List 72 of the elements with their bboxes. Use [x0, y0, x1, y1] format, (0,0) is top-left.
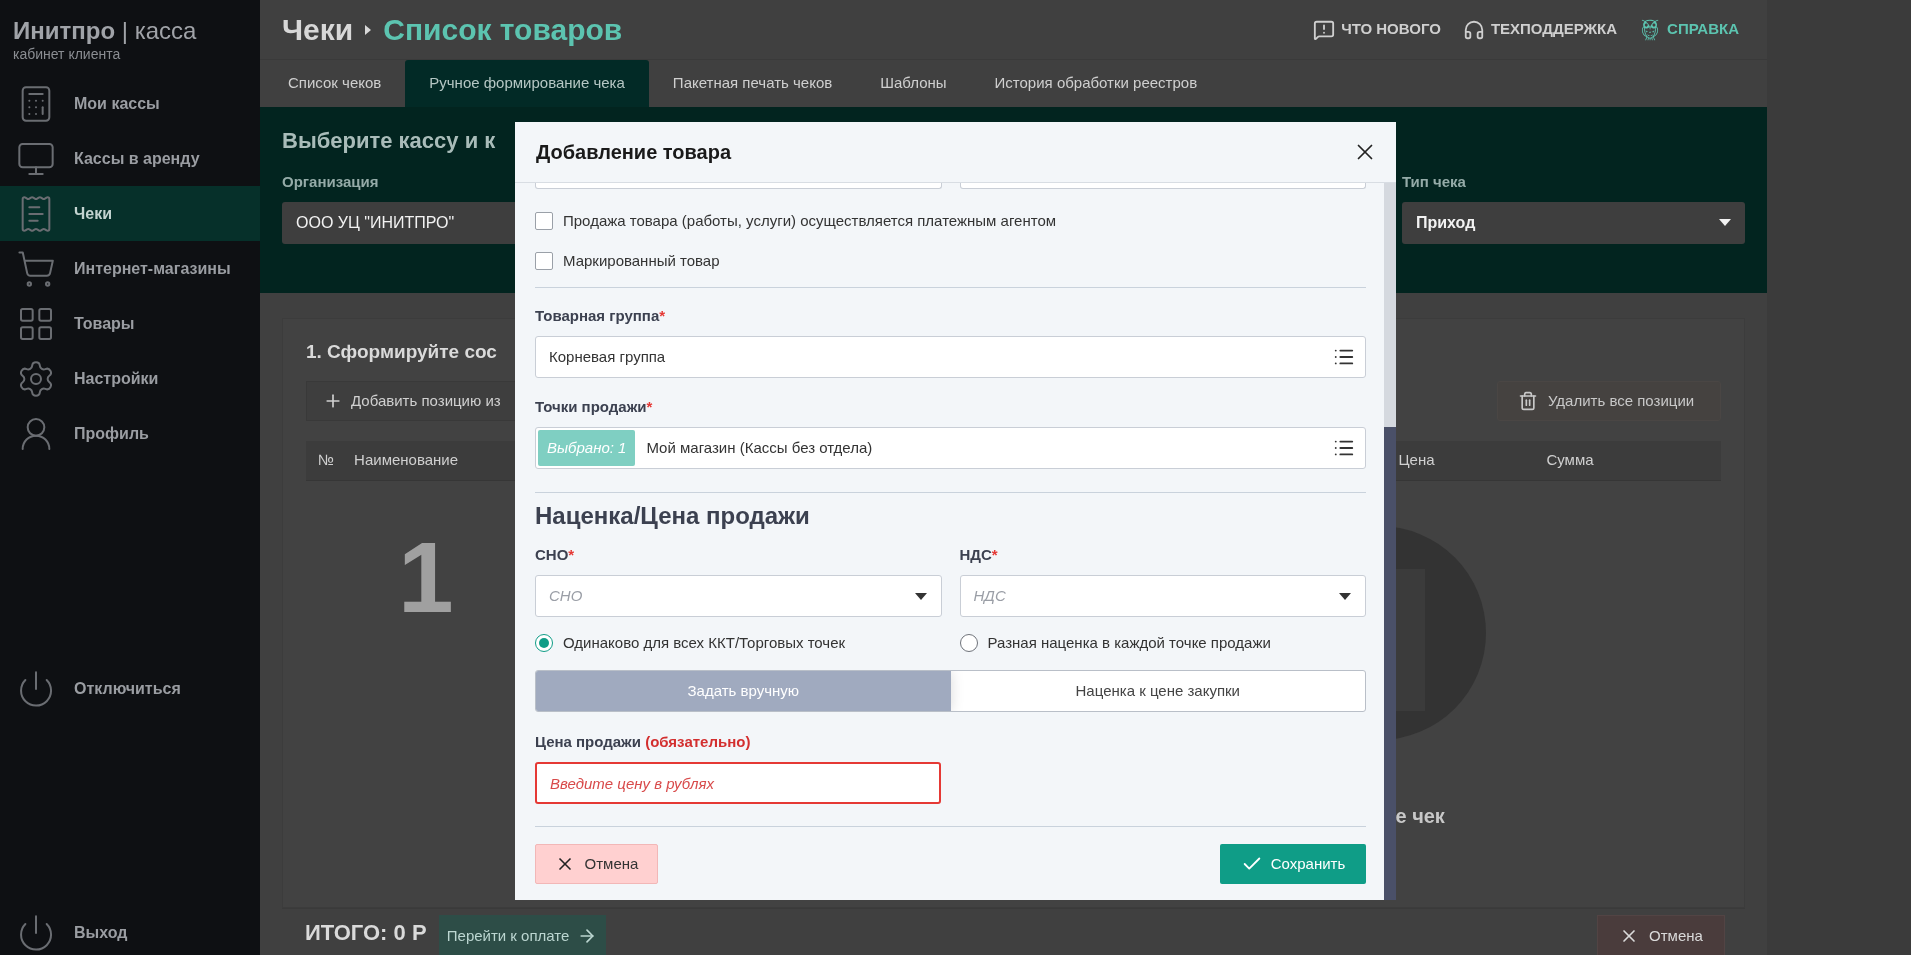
message-icon: [1313, 18, 1336, 41]
trash-icon: [1518, 391, 1538, 411]
checkbox-label: Продажа товара (работы, услуги) осуществляется платежным агентом: [563, 212, 1057, 230]
tab[interactable]: Ручное формирование чека: [405, 60, 649, 107]
sidebar-item[interactable]: Чеки: [0, 186, 260, 241]
logo: Инитпро | касса: [13, 16, 197, 46]
field-value: Мой магазин (Кассы без отдела): [646, 437, 874, 458]
tab[interactable]: История обработки реестров: [970, 60, 1222, 107]
add-position-button[interactable]: Добавить позицию из: [306, 381, 516, 421]
page-title: Чеки: [282, 12, 354, 48]
cancel-button[interactable]: Отмена: [535, 844, 658, 884]
radio-button[interactable]: [535, 634, 553, 652]
section-title: 1. Сформируйте сос: [306, 340, 497, 364]
field-label: СНО*: [535, 545, 575, 565]
column-header: №: [318, 450, 335, 471]
organization-select[interactable]: ООО УЦ "ИНИТПРО": [282, 201, 515, 244]
band-title: Выберите кассу и к: [282, 127, 496, 155]
page-subtitle: Список товаров: [383, 12, 623, 48]
tab[interactable]: Список чеков: [264, 60, 406, 107]
logo-subtitle: кабинет клиента: [13, 46, 121, 62]
product-group-field[interactable]: Корневая группа: [535, 336, 1366, 378]
tab[interactable]: Пакетная печать чеков: [648, 60, 857, 107]
checkbox[interactable]: [535, 212, 553, 230]
scrollbar[interactable]: [1384, 183, 1396, 900]
radio-button[interactable]: [959, 634, 978, 652]
sidebar-item[interactable]: Выход: [0, 910, 260, 955]
column-header: Наименование: [354, 450, 459, 471]
step-number: 1: [398, 527, 454, 627]
sidebar-item[interactable]: Кассы в аренду: [0, 131, 260, 186]
price-input[interactable]: Введите цену в рублях: [535, 762, 941, 804]
caret-icon: [914, 592, 927, 600]
header-link[interactable]: ЧТО НОВОГО: [1313, 18, 1441, 41]
receipt-type-select[interactable]: Приход: [1402, 201, 1745, 244]
sidebar-item[interactable]: Отключиться: [0, 661, 260, 716]
header-link[interactable]: СПРАВКА: [1639, 18, 1739, 41]
radio-label: Разная наценка в каждой точке продажи: [987, 632, 1271, 653]
hint-text: е чек: [1395, 804, 1445, 829]
sidebar-item[interactable]: Товары: [0, 296, 260, 351]
column-header: Цена: [1398, 450, 1436, 471]
checkbox[interactable]: [535, 252, 553, 270]
checkbox-label: Маркированный товар: [563, 252, 720, 270]
sidebar-item[interactable]: Интернет-магазины: [0, 241, 260, 296]
section-heading: Наценка/Цена продажи: [535, 501, 810, 531]
delete-all-button[interactable]: Удалить все позиции: [1497, 381, 1721, 421]
pay-button[interactable]: Перейти к оплате: [438, 915, 606, 955]
field-label: Цена продажи (обязательно): [535, 732, 751, 752]
caret-icon: [1339, 592, 1351, 600]
input-field[interactable]: [535, 183, 942, 189]
header-link[interactable]: ТЕХПОДДЕРЖКА: [1462, 18, 1618, 41]
input-field[interactable]: [959, 183, 1366, 189]
cancel-button[interactable]: Отмена: [1597, 915, 1725, 955]
field-label: Точки продажи*: [535, 397, 653, 417]
total-text: ИТОГО: 0 Р: [305, 918, 427, 947]
breadcrumb-arrow-icon: [365, 24, 372, 35]
scrollbar-thumb[interactable]: [1384, 427, 1396, 900]
modal-title: Добавление товара: [536, 140, 732, 165]
sidebar-item[interactable]: Настройки: [0, 351, 260, 406]
sidebar-item[interactable]: Мои кассы: [0, 76, 260, 131]
sale-points-field[interactable]: Выбрано: 1 Мой магазин (Кассы без отдела): [535, 427, 1366, 469]
sidebar-item[interactable]: Профиль: [0, 406, 260, 461]
caret-icon: [1719, 219, 1731, 226]
field-label: Тип чека: [1402, 172, 1466, 192]
radio-label: Одинаково для всех ККТ/Торговых точек: [563, 632, 846, 653]
cart-icon: [16, 248, 56, 289]
field-label: Товарная группа*: [535, 306, 666, 326]
selected-count-badge: Выбрано: 1: [538, 430, 636, 466]
field-label: Организация: [282, 172, 379, 192]
column-header: Сумма: [1546, 450, 1594, 471]
field-label: НДС*: [959, 545, 998, 565]
mode-tab[interactable]: Наценка к цене закупки: [950, 671, 1365, 711]
headphones-icon: [1462, 18, 1485, 41]
tab[interactable]: Шаблоны: [856, 60, 971, 107]
